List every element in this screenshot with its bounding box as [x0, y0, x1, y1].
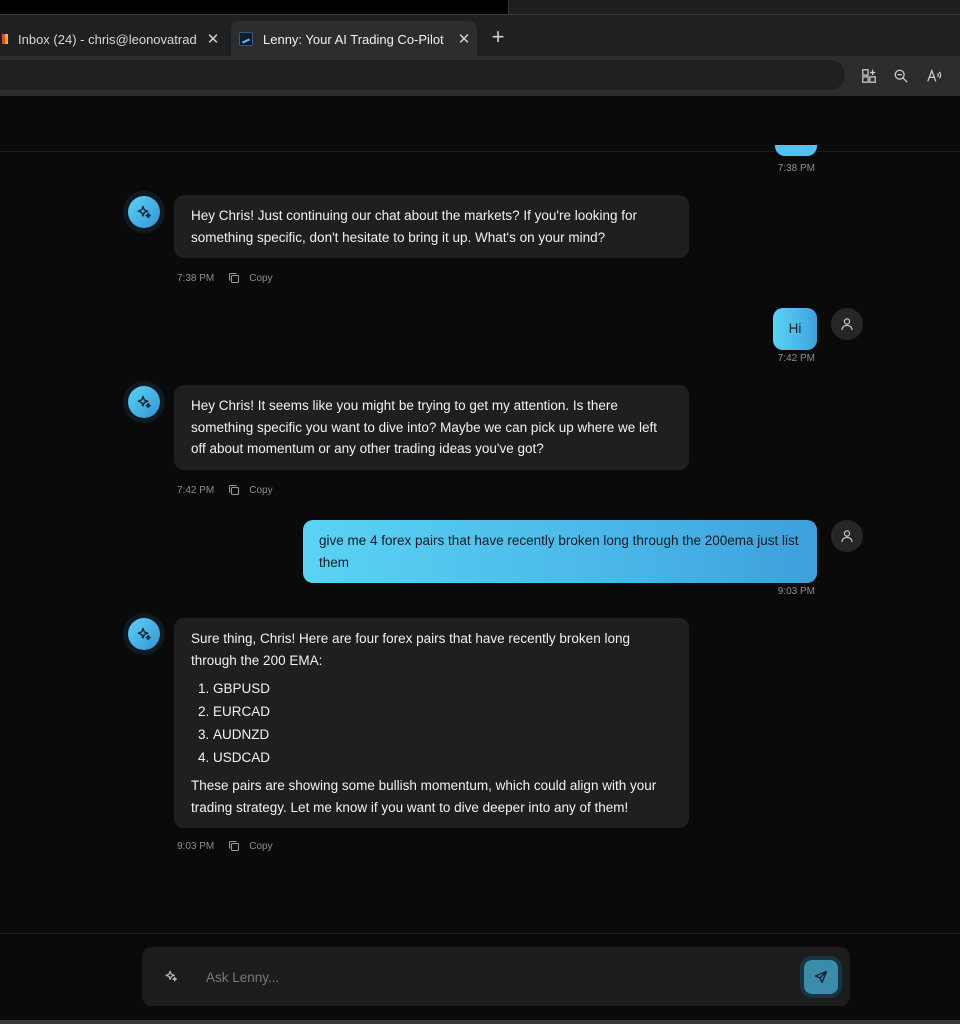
message-time: 7:38 PM [177, 272, 215, 284]
copy-button[interactable]: Copy [228, 840, 273, 852]
window-bottom-edge [0, 1020, 960, 1024]
user-message: give me 4 forex pairs that have recently… [303, 520, 817, 583]
message-time: 7:42 PM [177, 484, 215, 496]
copy-label: Copy [249, 484, 273, 496]
chat-page: 7:38 PM Hey Chris! Just continuing our c… [0, 96, 960, 1020]
copy-button[interactable]: Copy [228, 484, 273, 496]
list-item: EURCAD [213, 700, 672, 723]
assistant-message: Hey Chris! It seems like you might be tr… [174, 385, 689, 470]
assistant-message: Hey Chris! Just continuing our chat abou… [174, 195, 689, 258]
ask-input[interactable] [206, 965, 786, 989]
previous-user-bubble [775, 145, 817, 156]
message-meta: 9:03 PM Copy [177, 840, 273, 852]
sparkle-icon [165, 970, 177, 982]
message-meta: 7:42 PM Copy [177, 484, 273, 496]
user-message: Hi [773, 308, 817, 350]
address-bar[interactable] [0, 60, 845, 90]
copy-icon [229, 840, 240, 852]
tab-lenny[interactable]: Lenny: Your AI Trading Co-Pilot ✕ [231, 21, 477, 57]
message-time: 9:03 PM [777, 586, 815, 597]
tab-label: Lenny: Your AI Trading Co-Pilot [263, 31, 444, 47]
read-aloud-icon[interactable] [925, 68, 943, 86]
list-item: AUDNZD [213, 723, 672, 746]
message-time: 7:38 PM [777, 163, 815, 174]
copy-label: Copy [249, 840, 273, 852]
browser-tab-bar: Inbox (24) - chris@leonovatrad ✕ Lenny: … [0, 14, 960, 57]
user-avatar-icon [831, 520, 863, 552]
assistant-message: Sure thing, Chris! Here are four forex p… [174, 618, 689, 828]
message-outro: These pairs are showing some bullish mom… [191, 778, 657, 815]
window-preview [508, 0, 960, 14]
message-composer [142, 947, 850, 1006]
tab-close-icon[interactable]: ✕ [200, 30, 226, 48]
copy-icon [229, 484, 240, 496]
gmail-icon [2, 34, 8, 44]
copy-button[interactable]: Copy [228, 272, 273, 284]
send-button[interactable] [804, 960, 838, 994]
message-meta: 7:38 PM Copy [177, 272, 273, 284]
window-top-strip [0, 0, 960, 14]
copy-icon [229, 272, 240, 284]
lenny-sparkle-icon [128, 196, 160, 228]
message-time: 7:42 PM [777, 353, 815, 364]
zoom-out-icon[interactable] [892, 68, 910, 86]
list-item: USDCAD [213, 746, 672, 769]
lenny-icon [239, 32, 253, 46]
user-avatar-icon [831, 308, 863, 340]
message-time: 9:03 PM [177, 840, 215, 852]
browser-toolbar [0, 56, 960, 152]
send-icon [814, 970, 828, 984]
list-item: GBPUSD [213, 677, 672, 700]
lenny-sparkle-icon [128, 386, 160, 418]
tab-label: Inbox (24) - chris@leonovatrad [18, 31, 197, 47]
lenny-sparkle-icon [128, 618, 160, 650]
composer-divider [0, 933, 960, 934]
tab-close-icon[interactable]: ✕ [451, 30, 477, 48]
header-divider [0, 151, 960, 152]
message-intro: Sure thing, Chris! Here are four forex p… [191, 631, 630, 668]
new-tab-button[interactable]: + [486, 24, 510, 50]
add-panel-icon[interactable] [860, 68, 878, 86]
forex-pair-list: GBPUSD EURCAD AUDNZD USDCAD [191, 677, 672, 769]
copy-label: Copy [249, 272, 273, 284]
tab-inbox[interactable]: Inbox (24) - chris@leonovatrad ✕ [0, 21, 226, 57]
